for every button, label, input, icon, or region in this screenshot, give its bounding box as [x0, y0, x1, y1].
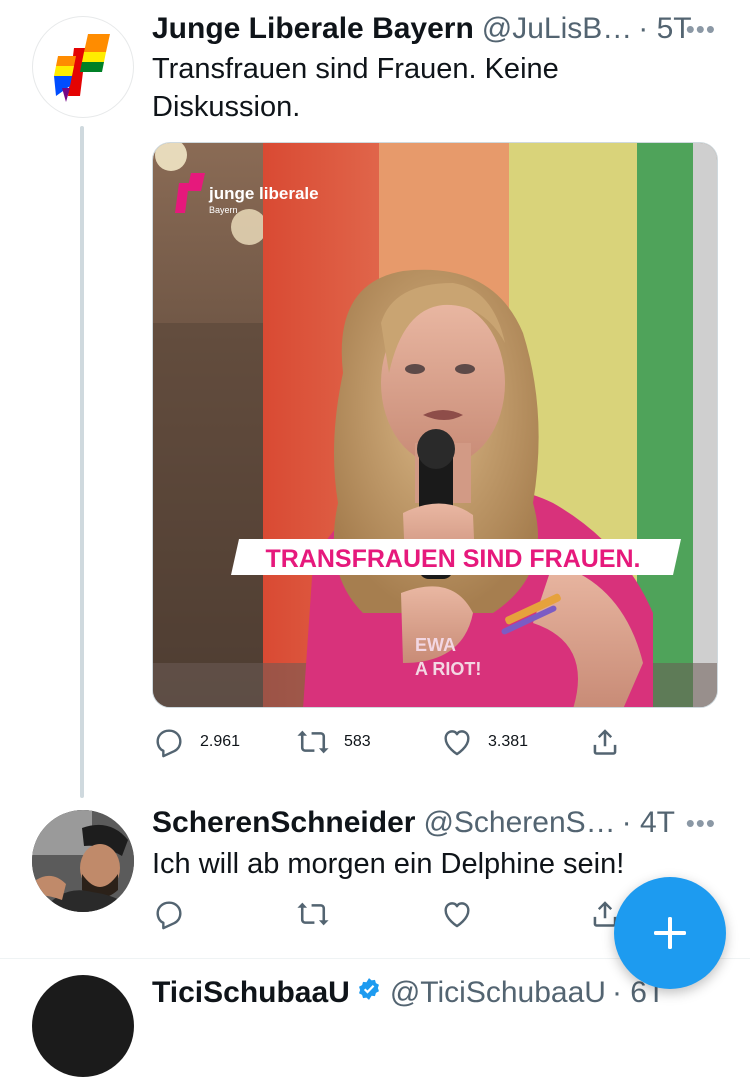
thread-connector-line [80, 126, 84, 798]
author-handle[interactable]: @JuLisB… [482, 12, 633, 46]
reply-button[interactable] [152, 897, 186, 931]
reply-button[interactable]: 2.961 [152, 725, 240, 759]
retweet-icon [297, 730, 329, 754]
tweet-text: Transfrauen sind Frauen. Keine Diskussio… [152, 50, 559, 126]
tweet-header: Junge Liberale Bayern @JuLisB… · 5T [152, 12, 692, 46]
tweet-timestamp[interactable]: · 4T [622, 806, 675, 840]
author-handle[interactable]: @ScherenS… [423, 806, 615, 840]
tweet-header: ScherenSchneider @ScherenS… · 4T [152, 806, 675, 840]
shirt-text: A RIOT! [415, 659, 481, 679]
more-options-icon[interactable]: ••• [686, 808, 716, 839]
tweet-header: TiciSchubaaU @TiciSchubaaU · 6T [152, 976, 665, 1010]
tweet-text: Ich will ab morgen ein Delphine sein! [152, 848, 625, 880]
profile-photo [32, 810, 134, 912]
junge-liberale-logo-icon [54, 34, 110, 102]
author-handle[interactable]: @TiciSchubaaU [390, 976, 606, 1010]
share-icon [593, 729, 617, 755]
retweet-button[interactable] [296, 897, 330, 931]
tweet-timestamp[interactable]: · 5T [638, 12, 691, 46]
heart-icon [444, 730, 470, 756]
brand-sub: Bayern [209, 205, 238, 215]
like-button[interactable]: 3.381 [440, 725, 528, 759]
avatar[interactable] [32, 16, 134, 118]
retweet-button[interactable]: 583 [296, 725, 371, 759]
author-name[interactable]: ScherenSchneider [152, 806, 415, 840]
shirt-text: EWA [415, 635, 456, 655]
retweet-count: 583 [344, 733, 371, 750]
share-button[interactable] [588, 725, 622, 759]
tweet-image[interactable]: EWA A RIOT! junge liberale Bayern TRANSF… [152, 142, 718, 708]
reply-icon [156, 729, 182, 758]
avatar[interactable] [32, 975, 134, 1077]
tweet-text-line: Diskussion. [152, 91, 301, 123]
tweet-photo: EWA A RIOT! junge liberale Bayern TRANSF… [153, 143, 717, 707]
reply-icon [156, 901, 182, 930]
like-button[interactable] [440, 897, 474, 931]
tweet-text-line: Transfrauen sind Frauen. Keine [152, 53, 559, 85]
more-options-icon[interactable]: ••• [686, 14, 716, 45]
like-count: 3.381 [488, 733, 529, 750]
author-name[interactable]: TiciSchubaaU [152, 976, 350, 1010]
banner-text: TRANSFRAUEN SIND FRAUEN. [266, 545, 641, 573]
retweet-icon [297, 902, 329, 926]
verified-badge-icon [358, 978, 379, 1000]
plus-icon [654, 917, 686, 949]
heart-icon [444, 902, 470, 928]
avatar[interactable] [32, 810, 134, 912]
brand-name: junge liberale [208, 184, 319, 203]
reply-count: 2.961 [200, 733, 241, 750]
author-name[interactable]: Junge Liberale Bayern [152, 12, 474, 46]
compose-tweet-button[interactable] [614, 877, 726, 989]
